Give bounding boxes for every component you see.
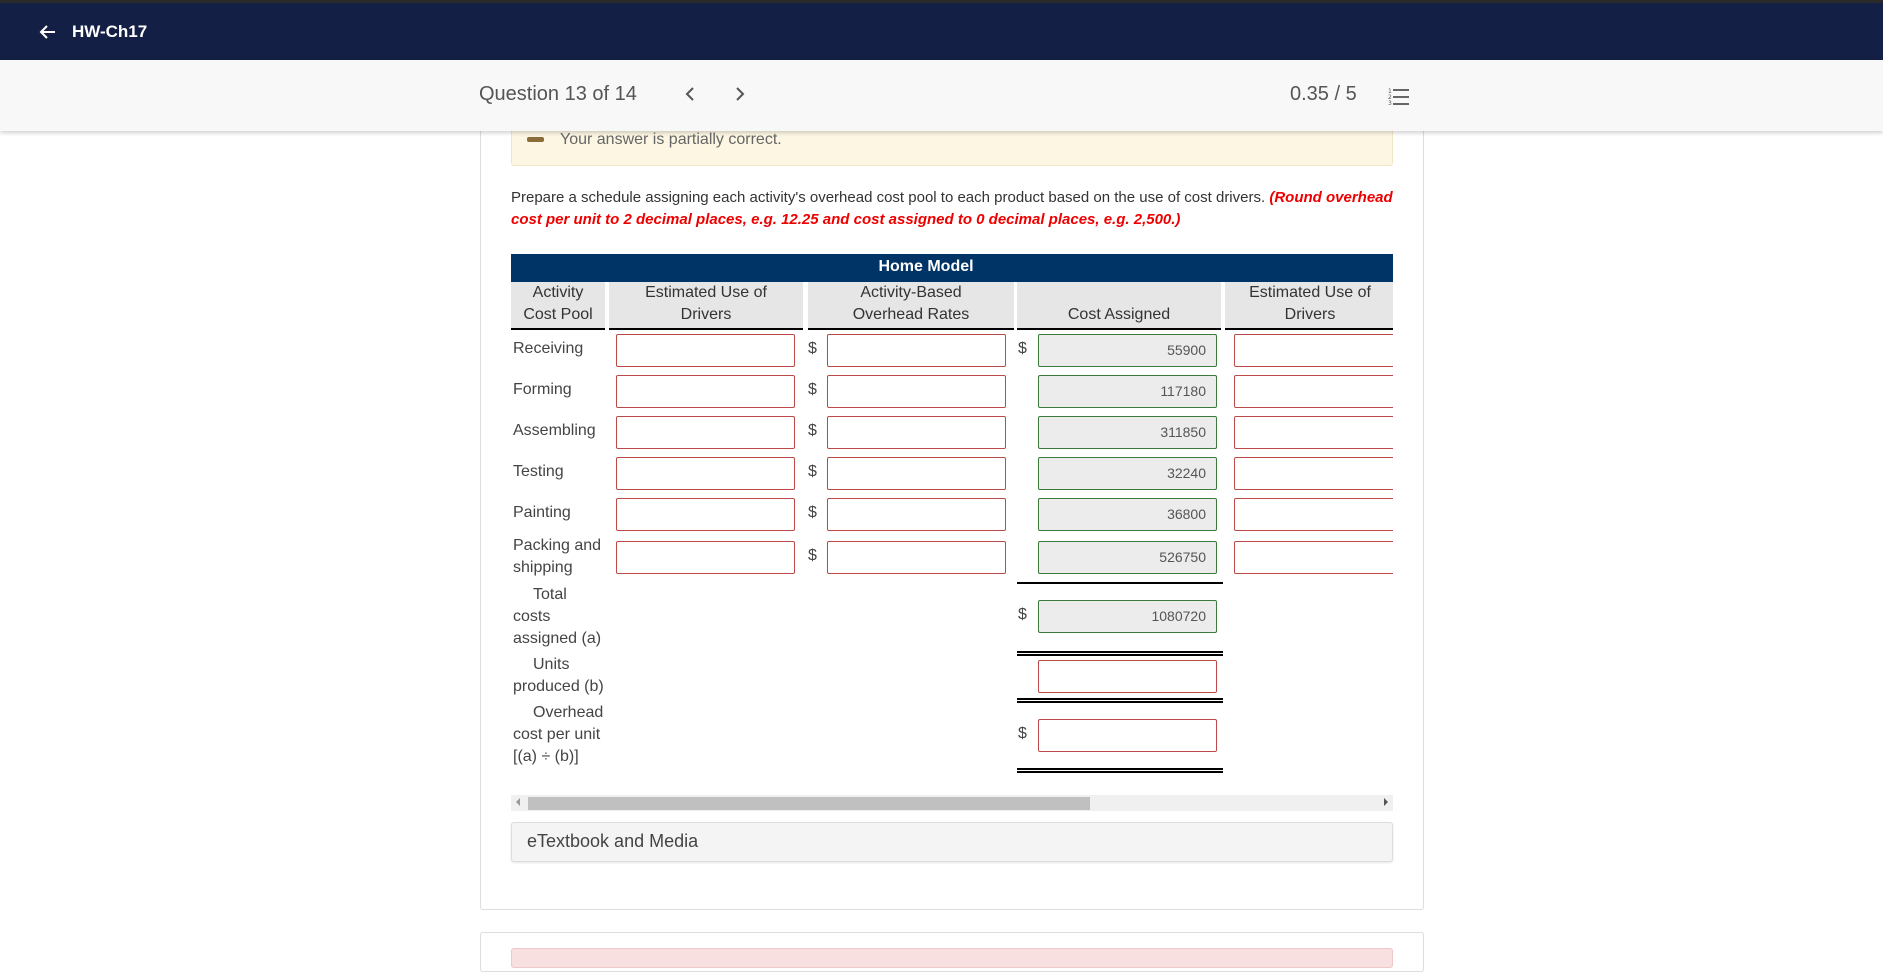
row-label-line: shipping bbox=[513, 559, 573, 576]
receiving-rate-input[interactable] bbox=[827, 334, 1006, 367]
arrow-left-icon bbox=[39, 24, 55, 39]
painting-cost-assigned-input[interactable]: 36800 bbox=[1038, 498, 1217, 531]
forming-drivers-input-2[interactable] bbox=[1234, 375, 1393, 408]
row-label-overhead-cost-per-unit: Overhead cost per unit [(a) ÷ (b)] bbox=[513, 702, 603, 768]
painting-drivers-input-2[interactable] bbox=[1234, 498, 1393, 531]
header-cost-assigned: Cost Assigned bbox=[1017, 282, 1221, 330]
row-label-packing-and-shipping: Packing and shipping bbox=[513, 535, 601, 579]
row-label-receiving: Receiving bbox=[513, 340, 584, 357]
row-label-units-produced: Units produced (b) bbox=[513, 654, 604, 698]
back-button[interactable]: HW-Ch17 bbox=[38, 22, 147, 42]
row-label-painting: Painting bbox=[513, 504, 571, 521]
scrollbar-thumb[interactable] bbox=[528, 797, 1090, 810]
row-label-line: assigned (a) bbox=[513, 630, 602, 647]
question-list-icon[interactable]: 1 2 3 bbox=[1388, 87, 1410, 107]
next-question-card bbox=[480, 932, 1424, 972]
painting-drivers-input[interactable] bbox=[616, 498, 795, 531]
header-text: Cost Pool bbox=[523, 306, 593, 323]
forming-drivers-input[interactable] bbox=[616, 375, 795, 408]
double-rule bbox=[1017, 698, 1223, 703]
header-estimated-use-of-drivers-2: Estimated Use of Drivers bbox=[1225, 282, 1393, 330]
dollar-sign: $ bbox=[1018, 340, 1027, 357]
forming-rate-input[interactable] bbox=[827, 375, 1006, 408]
receiving-cost-assigned-input[interactable]: 55900 bbox=[1038, 334, 1217, 367]
row-label-assembling: Assembling bbox=[513, 422, 596, 439]
row-label-line: Overhead bbox=[533, 704, 604, 721]
packing-drivers-input[interactable] bbox=[616, 541, 795, 574]
dollar-sign: $ bbox=[808, 422, 817, 439]
receiving-drivers-input-2[interactable] bbox=[1234, 334, 1393, 367]
header-activity-cost-pool: Activity Cost Pool bbox=[511, 282, 605, 330]
dollar-sign: $ bbox=[808, 504, 817, 521]
header-text: Cost Assigned bbox=[1067, 306, 1171, 323]
testing-cost-assigned-input[interactable]: 32240 bbox=[1038, 457, 1217, 490]
packing-cost-assigned-input[interactable]: 526750 bbox=[1038, 541, 1217, 574]
header-text: Drivers bbox=[680, 306, 732, 323]
header-text: Activity bbox=[532, 284, 584, 301]
home-model-header: Home Model bbox=[878, 258, 974, 275]
header-text: Estimated Use of bbox=[645, 284, 767, 301]
row-label-line: Packing and bbox=[513, 537, 602, 554]
assembling-drivers-input[interactable] bbox=[616, 416, 795, 449]
scroll-right-arrow-icon[interactable] bbox=[1384, 798, 1388, 806]
row-label-line: [(a) ÷ (b)] bbox=[513, 748, 579, 765]
header-text: Drivers bbox=[1284, 306, 1336, 323]
row-label-testing: Testing bbox=[513, 463, 564, 480]
alert-message: Your answer is partially correct. bbox=[560, 131, 782, 148]
top-nav-bar: HW-Ch17 bbox=[0, 3, 1883, 60]
row-label-line: Units bbox=[533, 656, 570, 673]
dollar-sign: $ bbox=[808, 463, 817, 480]
total-costs-assigned-input[interactable]: 1080720 bbox=[1038, 600, 1217, 633]
partial-correct-icon bbox=[527, 137, 544, 142]
assembling-drivers-input-2[interactable] bbox=[1234, 416, 1393, 449]
units-produced-input[interactable] bbox=[1038, 660, 1217, 693]
row-label-line: cost per unit bbox=[513, 726, 601, 743]
row-label-line: produced (b) bbox=[513, 678, 604, 695]
header-text: Overhead Rates bbox=[852, 306, 970, 323]
forming-cost-assigned-input[interactable]: 117180 bbox=[1038, 375, 1217, 408]
header-text: Estimated Use of bbox=[1249, 284, 1371, 301]
table-horizontal-scrollbar[interactable] bbox=[511, 795, 1393, 811]
painting-rate-input[interactable] bbox=[827, 498, 1006, 531]
header-text: Activity-Based bbox=[860, 284, 962, 301]
next-card-alert bbox=[511, 948, 1393, 968]
overhead-cost-per-unit-input[interactable] bbox=[1038, 719, 1217, 752]
testing-rate-input[interactable] bbox=[827, 457, 1006, 490]
next-question-button[interactable] bbox=[730, 82, 750, 106]
row-label-line: Total bbox=[533, 586, 567, 603]
question-instructions: Prepare a schedule assigning each activi… bbox=[511, 187, 1393, 231]
testing-drivers-input[interactable] bbox=[616, 457, 795, 490]
question-bar: Question 13 of 14 0.35 / 5 1 2 3 bbox=[0, 60, 1883, 131]
table-group-header: Home Model bbox=[511, 254, 1393, 282]
dollar-sign: $ bbox=[808, 340, 817, 357]
dollar-sign: $ bbox=[1018, 725, 1027, 742]
double-rule bbox=[1017, 651, 1223, 656]
receiving-drivers-input[interactable] bbox=[616, 334, 795, 367]
etextbook-and-media-button[interactable]: eTextbook and Media bbox=[511, 822, 1393, 862]
subtotal-rule bbox=[1017, 582, 1223, 584]
packing-drivers-input-2[interactable] bbox=[1234, 541, 1393, 574]
packing-rate-input[interactable] bbox=[827, 541, 1006, 574]
scroll-left-arrow-icon[interactable] bbox=[516, 798, 520, 806]
header-activity-based-overhead-rates: Activity-Based Overhead Rates bbox=[808, 282, 1014, 330]
dollar-sign: $ bbox=[808, 381, 817, 398]
dollar-sign: $ bbox=[808, 547, 817, 564]
testing-drivers-input-2[interactable] bbox=[1234, 457, 1393, 490]
assembling-rate-input[interactable] bbox=[827, 416, 1006, 449]
assembling-cost-assigned-input[interactable]: 311850 bbox=[1038, 416, 1217, 449]
previous-question-button[interactable] bbox=[680, 82, 700, 106]
row-label-forming: Forming bbox=[513, 381, 572, 398]
row-label-total-costs-assigned: Total costs assigned (a) bbox=[513, 584, 601, 650]
header-estimated-use-of-drivers: Estimated Use of Drivers bbox=[609, 282, 803, 330]
score-display: 0.35 / 5 bbox=[1290, 83, 1357, 105]
double-rule bbox=[1017, 768, 1223, 773]
question-counter: Question 13 of 14 bbox=[479, 83, 637, 105]
instructions-text: Prepare a schedule assigning each activi… bbox=[511, 189, 1270, 206]
dollar-sign: $ bbox=[1018, 606, 1027, 623]
svg-text:3: 3 bbox=[1388, 100, 1392, 107]
row-label-line: costs bbox=[513, 608, 551, 625]
schedule-table: Home Model Activity Cost Pool Estimated U… bbox=[511, 254, 1393, 784]
assignment-title: HW-Ch17 bbox=[72, 21, 148, 41]
